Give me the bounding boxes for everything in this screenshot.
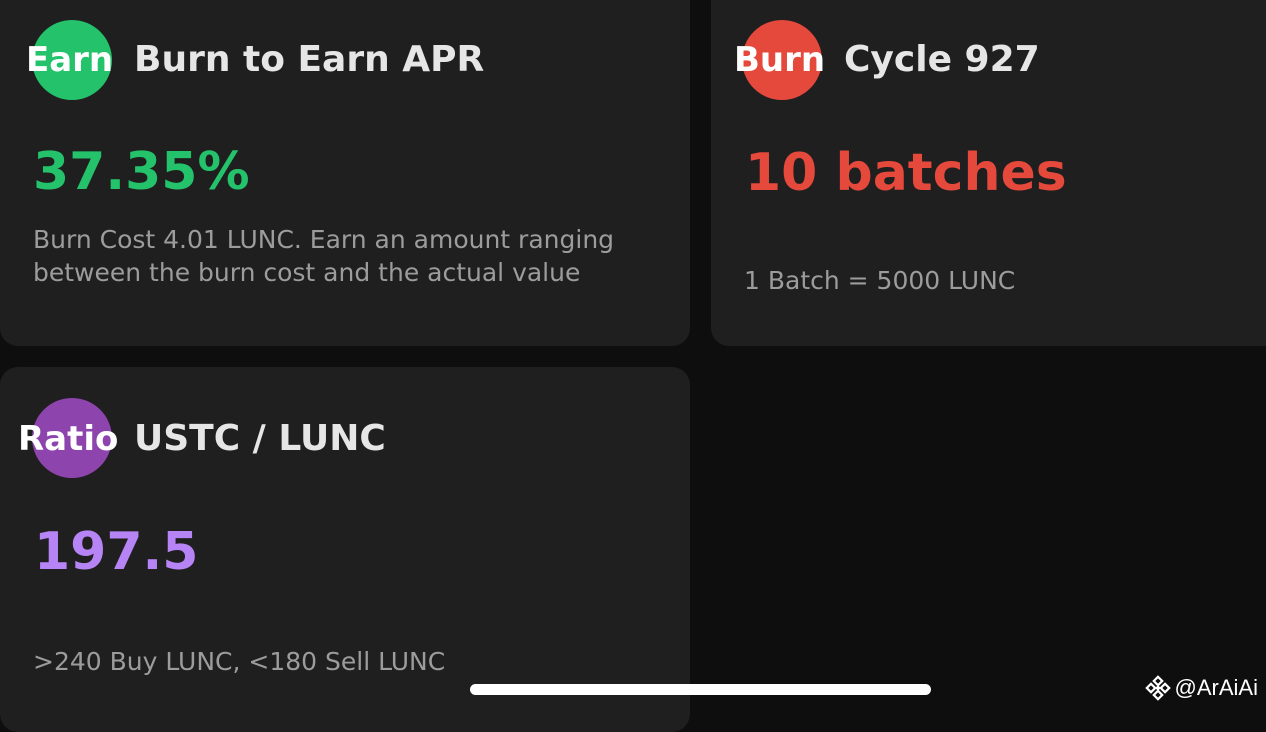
burn-card-title: Cycle 927 bbox=[844, 39, 1040, 80]
ratio-description: >240 Buy LUNC, <180 Sell LUNC bbox=[33, 647, 446, 676]
earn-badge-label: Earn bbox=[26, 40, 114, 80]
apr-value: 37.35% bbox=[33, 142, 250, 202]
burn-to-earn-apr-card[interactable]: Earn Burn to Earn APR 37.35% Burn Cost 4… bbox=[0, 0, 690, 346]
apr-card-title: Burn to Earn APR bbox=[134, 39, 485, 80]
watermark-text: @ArAiAi bbox=[1174, 675, 1258, 700]
ratio-badge-label: Ratio bbox=[18, 419, 119, 459]
apr-description: Burn Cost 4.01 LUNC. Earn an amount rang… bbox=[33, 225, 615, 287]
ratio-value: 197.5 bbox=[34, 522, 199, 582]
burn-cycle-card[interactable]: Burn Cycle 927 10 batches 1 Batch = 5000… bbox=[711, 0, 1266, 346]
burn-batches-value: 10 batches bbox=[745, 143, 1067, 203]
ratio-card-title: USTC / LUNC bbox=[134, 418, 386, 459]
ustc-lunc-ratio-card[interactable]: Ratio USTC / LUNC 197.5 >240 Buy LUNC, <… bbox=[0, 367, 690, 732]
burn-description: 1 Batch = 5000 LUNC bbox=[744, 266, 1016, 295]
home-indicator[interactable] bbox=[470, 684, 931, 695]
watermark: @ArAiAi bbox=[1144, 674, 1258, 702]
burn-badge-label: Burn bbox=[734, 40, 826, 80]
binance-logo-icon bbox=[1144, 675, 1171, 701]
